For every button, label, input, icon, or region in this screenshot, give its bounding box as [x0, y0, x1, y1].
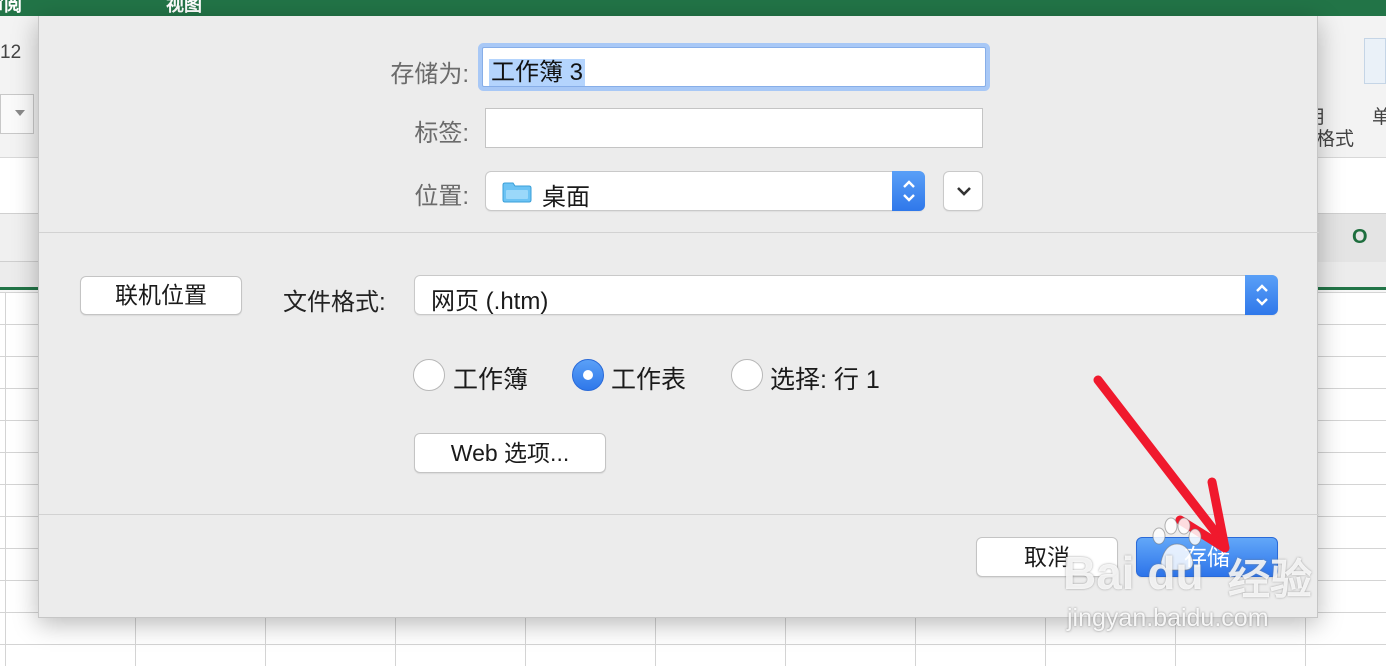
radio-selected-dot — [583, 370, 593, 380]
baidu-logo-text: Bai du — [1063, 547, 1204, 599]
ribbon-tab-review[interactable]: 审阅 — [0, 0, 22, 16]
online-locations-button[interactable]: 联机位置 — [80, 276, 242, 315]
radio-worksheet-label: 工作表 — [611, 366, 687, 394]
radio-workbook-label: 工作簿 — [453, 366, 529, 394]
save-as-value: 工作簿 3 — [489, 59, 586, 86]
radio-selection-label: 选择: 行 1 — [770, 366, 880, 394]
save-as-input[interactable]: 工作簿 3 — [489, 52, 586, 86]
font-dropdown[interactable] — [0, 94, 34, 134]
stepper-icon[interactable] — [1245, 275, 1278, 315]
ribbon-partial-label: 单 — [1372, 107, 1386, 128]
tags-field[interactable] — [485, 108, 983, 148]
location-popup[interactable]: 桌面 — [485, 171, 925, 211]
tags-label: 标签: — [414, 120, 469, 147]
excel-tab-bar: 审阅 视图 — [0, 0, 1386, 16]
stepper-icon[interactable] — [892, 171, 925, 211]
ribbon-partial-label: 格式 — [1316, 129, 1355, 150]
baidu-brand-text: 经验 — [1228, 556, 1313, 603]
expand-button[interactable] — [943, 171, 983, 211]
separator — [39, 232, 1319, 233]
radio-worksheet[interactable] — [572, 359, 604, 391]
folder-icon — [502, 182, 532, 203]
watermark-url: jingyan.baidu.com — [1067, 604, 1269, 632]
location-value: 桌面 — [542, 184, 590, 211]
save-as-field[interactable]: 工作簿 3 — [482, 47, 986, 87]
save-as-label: 存储为: — [390, 61, 469, 88]
file-format-popup[interactable]: 网页 (.htm) — [414, 275, 1278, 315]
ribbon-tab-view[interactable]: 视图 — [166, 0, 202, 16]
web-options-button[interactable]: Web 选项... — [414, 433, 606, 473]
cell-style-icon[interactable] — [1364, 38, 1386, 84]
baidu-watermark: Bai du 经验 jingyan.baidu.com — [1063, 516, 1323, 636]
file-format-label: 文件格式: — [283, 289, 386, 316]
column-header-o[interactable]: O — [1352, 226, 1368, 249]
radio-selection[interactable] — [731, 359, 763, 391]
dropdown-arrow-icon — [15, 110, 25, 116]
radio-workbook[interactable] — [413, 359, 445, 391]
location-label: 位置: — [414, 183, 469, 210]
font-size-value[interactable]: 12 — [0, 42, 21, 64]
chevron-down-icon — [957, 187, 971, 196]
file-format-value: 网页 (.htm) — [431, 288, 549, 315]
